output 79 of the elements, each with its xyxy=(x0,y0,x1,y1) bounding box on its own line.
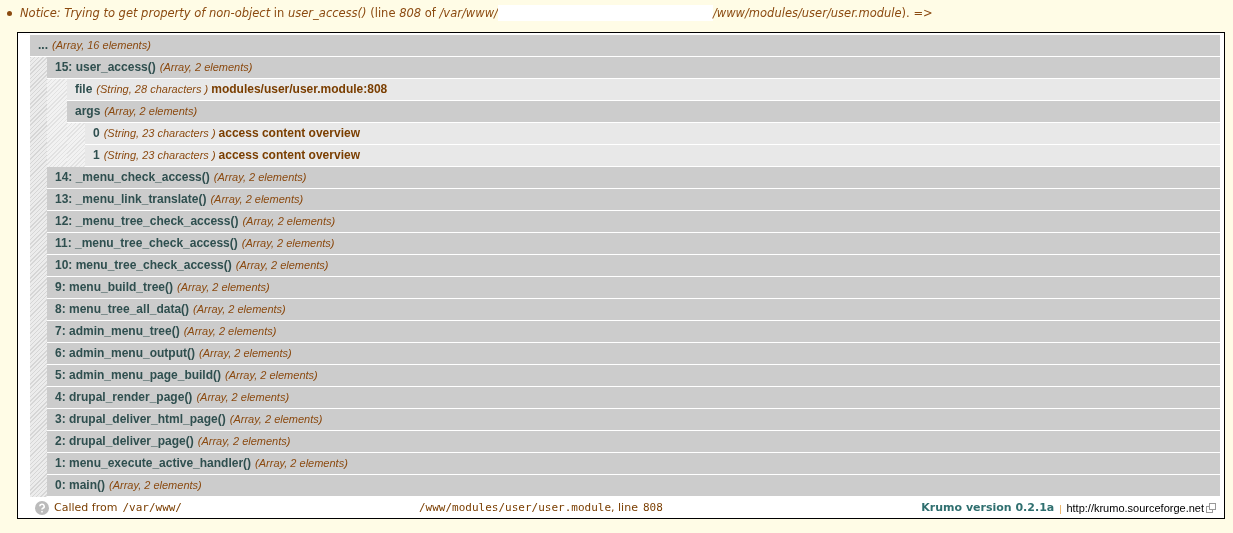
type-info: (Array, 2 elements) xyxy=(242,214,336,229)
separator: | xyxy=(1059,501,1062,514)
node-name: 10: menu_tree_check_access() xyxy=(55,257,232,274)
node-name: 1 xyxy=(93,147,100,164)
type-info: (Array, 2 elements) xyxy=(197,434,291,449)
node-name: 0 xyxy=(93,125,100,142)
node-name: 4: drupal_render_page() xyxy=(55,389,193,406)
type-info: (Array, 2 elements) xyxy=(159,60,253,75)
tree-row[interactable]: 0 (String, 23 characters ) access content overview xyxy=(85,123,1220,145)
line-label: , line xyxy=(611,501,638,514)
tree-row[interactable]: 0: main() (Array, 2 elements) xyxy=(47,475,1220,497)
node-name: 0: main() xyxy=(55,477,105,494)
tree-row[interactable]: 1 (String, 23 characters ) access content overview xyxy=(85,145,1220,167)
type-info: (Array, 16 elements) xyxy=(52,38,151,53)
node-name: ... xyxy=(38,37,48,54)
notice-message: /www/modules/user/user.module). => xyxy=(712,6,933,20)
type-info: (Array, 2 elements) xyxy=(183,324,277,339)
type-info: (Array, 2 elements) xyxy=(199,346,292,361)
type-info: (Array, 2 elements) xyxy=(109,478,202,493)
type-info: (Array, 2 elements) xyxy=(213,170,307,185)
type-info: (String, 28 characters ) xyxy=(96,82,209,97)
tree-row[interactable]: 5: admin_menu_page_build() (Array, 2 elements) xyxy=(47,365,1220,387)
string-value: access content overview xyxy=(218,125,360,142)
type-info: (Array, 2 elements) xyxy=(225,368,318,383)
tree-row[interactable]: 12: _menu_tree_check_access() (Array, 2 elements) xyxy=(47,211,1220,233)
tree-row[interactable]: args (Array, 2 elements) xyxy=(67,101,1220,123)
tree-row[interactable]: file (String, 28 characters ) modules/user/user.module:808 xyxy=(67,79,1220,101)
node-name: 11: _menu_tree_check_access() xyxy=(55,235,238,252)
file-path: /var/www/ xyxy=(122,501,182,514)
tree-row[interactable]: 1: menu_execute_active_handler() (Array, 2 elements) xyxy=(47,453,1220,475)
type-info: (Array, 2 elements) xyxy=(241,236,335,251)
type-info: (Array, 2 elements) xyxy=(229,412,323,427)
tree-row[interactable]: 14: _menu_check_access() (Array, 2 elements) xyxy=(47,167,1220,189)
node-name: 9: menu_build_tree() xyxy=(55,279,174,296)
tree-row[interactable]: 15: user_access() (Array, 2 elements) xyxy=(47,57,1220,79)
tree-row[interactable]: 9: menu_build_tree() (Array, 2 elements) xyxy=(47,277,1220,299)
node-name: 15: user_access() xyxy=(55,59,156,76)
type-info: (String, 23 characters ) xyxy=(103,148,216,163)
node-name: 6: admin_menu_output() xyxy=(55,345,195,362)
help-icon[interactable] xyxy=(35,500,49,515)
node-name: 12: _menu_tree_check_access() xyxy=(55,213,239,230)
external-link-icon[interactable] xyxy=(1206,502,1216,513)
node-name: 14: _menu_check_access() xyxy=(55,169,210,186)
tree-row[interactable]: 11: _menu_tree_check_access() (Array, 2 elements) xyxy=(47,233,1220,255)
node-name: 3: drupal_deliver_html_page() xyxy=(55,411,226,428)
type-info: (Array, 2 elements) xyxy=(104,104,198,119)
node-name: 5: admin_menu_page_build() xyxy=(55,367,222,384)
node-name: args xyxy=(75,103,101,120)
type-info: (Array, 2 elements) xyxy=(235,258,329,273)
tree-row[interactable]: 2: drupal_deliver_page() (Array, 2 elements) xyxy=(47,431,1220,453)
type-info: (Array, 2 elements) xyxy=(177,280,270,295)
line-number: 808 xyxy=(642,501,663,514)
tree-row[interactable]: 10: menu_tree_check_access() (Array, 2 elements) xyxy=(47,255,1220,277)
file-path: /www/modules/user/user.module xyxy=(419,501,612,514)
node-name: file xyxy=(75,81,93,98)
tree-row[interactable]: 8: menu_tree_all_data() (Array, 2 elements) xyxy=(47,299,1220,321)
called-from-label: Called from xyxy=(54,501,118,514)
node-name: 7: admin_menu_tree() xyxy=(55,323,180,340)
string-value: access content overview xyxy=(218,147,360,164)
type-info: (String, 23 characters ) xyxy=(103,126,216,141)
tree-row[interactable]: 7: admin_menu_tree() (Array, 2 elements) xyxy=(47,321,1220,343)
node-name: 13: _menu_link_translate() xyxy=(55,191,207,208)
tree-row[interactable]: 13: _menu_link_translate() (Array, 2 elements) xyxy=(47,189,1220,211)
node-name: 2: drupal_deliver_page() xyxy=(55,433,194,450)
type-info: (Array, 2 elements) xyxy=(193,302,286,317)
bullet-icon xyxy=(7,10,12,16)
tree-row[interactable]: 3: drupal_deliver_html_page() (Array, 2 elements) xyxy=(47,409,1220,431)
tree-row[interactable]: 6: admin_menu_output() (Array, 2 elements) xyxy=(47,343,1220,365)
node-name: 1: menu_execute_active_handler() xyxy=(55,455,252,472)
string-value: modules/user/user.module:808 xyxy=(211,81,388,98)
version-label: Krumo version 0.2.1a xyxy=(921,501,1055,514)
krumo-link[interactable]: http://krumo.sourceforge.net xyxy=(1066,501,1204,514)
notice-message: Notice: Trying to get property of non-object in user_access() (line 808 of /var/www/ xyxy=(20,6,498,20)
type-info: (Array, 2 elements) xyxy=(196,390,290,405)
node-name: 8: menu_tree_all_data() xyxy=(55,301,190,318)
type-info: (Array, 2 elements) xyxy=(210,192,304,207)
type-info: (Array, 2 elements) xyxy=(255,456,348,471)
tree-row[interactable]: 4: drupal_render_page() (Array, 2 elements) xyxy=(47,387,1220,409)
tree-row[interactable]: ... (Array, 16 elements) xyxy=(30,35,1220,57)
